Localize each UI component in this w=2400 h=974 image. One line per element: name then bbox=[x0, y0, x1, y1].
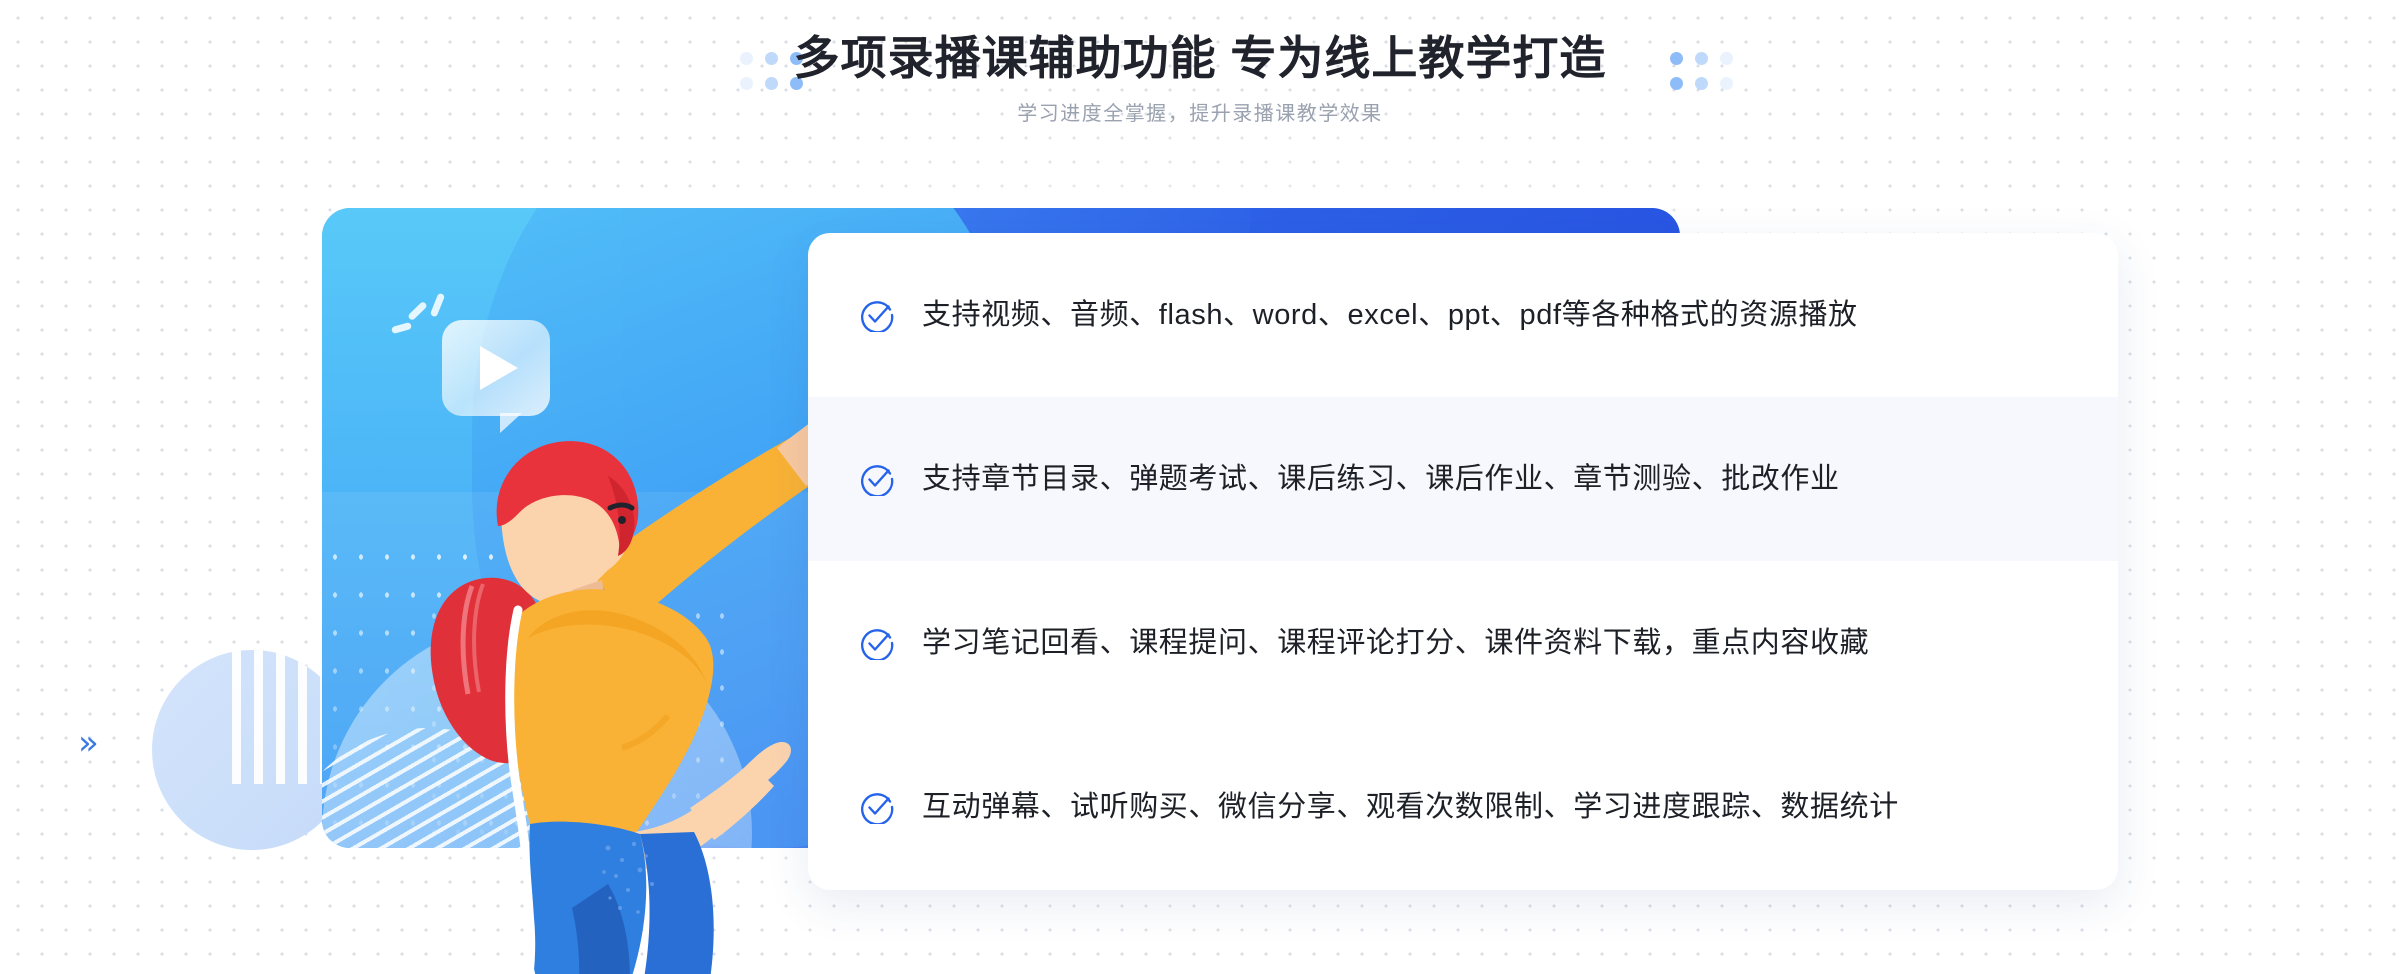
feature-row[interactable]: 支持章节目录、弹题考试、课后练习、课后作业、章节测验、批改作业 bbox=[808, 397, 2118, 561]
feature-row[interactable]: 互动弹幕、试听购买、微信分享、观看次数限制、学习进度跟踪、数据统计 bbox=[808, 725, 2118, 889]
feature-text: 支持视频、音频、flash、word、excel、ppt、pdf等各种格式的资源… bbox=[922, 299, 1858, 331]
features-card: 支持视频、音频、flash、word、excel、ppt、pdf等各种格式的资源… bbox=[808, 233, 2118, 890]
chevron-double-right-icon: » bbox=[78, 723, 99, 763]
check-circle-icon bbox=[861, 301, 894, 332]
page-subtitle: 学习进度全掌握，提升录播课教学效果 bbox=[1017, 103, 1383, 125]
check-circle-icon bbox=[861, 793, 894, 824]
feature-text: 学习笔记回看、课程提问、课程评论打分、课件资料下载，重点内容收藏 bbox=[922, 627, 1870, 659]
feature-text: 支持章节目录、弹题考试、课后练习、课后作业、章节测验、批改作业 bbox=[922, 463, 1840, 495]
feature-row[interactable]: 支持视频、音频、flash、word、excel、ppt、pdf等各种格式的资源… bbox=[808, 233, 2118, 397]
page-background: 多项录播课辅助功能 专为线上教学打造 学习进度全掌握，提升录播课教学效果 » « bbox=[0, 0, 2400, 974]
page-header: 多项录播课辅助功能 专为线上教学打造 学习进度全掌握，提升录播课教学效果 bbox=[0, 0, 2400, 160]
check-circle-icon bbox=[861, 629, 894, 660]
feature-text: 互动弹幕、试听购买、微信分享、观看次数限制、学习进度跟踪、数据统计 bbox=[922, 791, 1899, 823]
check-circle-icon bbox=[861, 465, 894, 496]
page-title: 多项录播课辅助功能 专为线上教学打造 bbox=[793, 32, 1607, 84]
feature-row[interactable]: 学习笔记回看、课程提问、课程评论打分、课件资料下载，重点内容收藏 bbox=[808, 561, 2118, 725]
